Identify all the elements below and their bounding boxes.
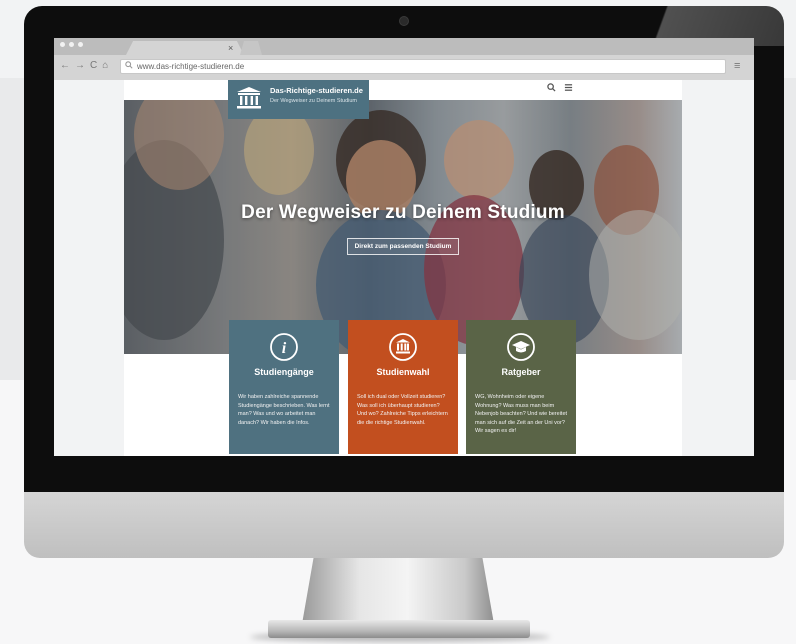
- card-ratgeber[interactable]: Ratgeber WG, Wohnheim oder eigene Wohnun…: [466, 320, 576, 454]
- hero-title: Der Wegweiser zu Deinem Studium: [241, 202, 565, 223]
- logo-subtitle: Der Wegweiser zu Deinem Studium: [270, 98, 358, 104]
- card-title: Studiengänge: [254, 367, 314, 377]
- header-search-icon[interactable]: [547, 83, 556, 95]
- card-text: Soll ich dual oder Vollzeit studieren? W…: [357, 394, 448, 426]
- address-bar[interactable]: www.das-richtige-studieren.de: [120, 59, 726, 74]
- website: Der Wegweiser zu Deinem Studium Direkt z…: [124, 80, 682, 456]
- info-icon: i: [270, 333, 298, 361]
- card-text: WG, Wohnheim oder eigene Wohnung? Was mu…: [475, 394, 568, 434]
- window-controls: [60, 42, 83, 47]
- site-header: [124, 80, 682, 100]
- url-text: www.das-richtige-studieren.de: [137, 62, 245, 71]
- maximize-window-button[interactable]: [78, 42, 83, 47]
- graduation-cap-icon: [507, 333, 535, 361]
- camera-icon: [399, 16, 409, 26]
- hero-cta-button[interactable]: Direkt zum passenden Studium: [347, 238, 459, 255]
- browser-chrome: × ← → C ⌂ www.das-richtige-studieren.de …: [54, 38, 754, 80]
- svg-text:i: i: [282, 340, 287, 357]
- tab-bar: ×: [54, 38, 754, 55]
- card-title: Ratgeber: [501, 367, 541, 377]
- card-title: Studienwahl: [376, 367, 430, 377]
- hero-overlay: [124, 100, 682, 354]
- home-button[interactable]: ⌂: [102, 59, 108, 73]
- tab-close-icon[interactable]: ×: [228, 41, 233, 55]
- monitor-chin: [24, 490, 784, 558]
- card-studiengaenge[interactable]: i Studiengänge Wir haben zahlreiche span…: [229, 320, 339, 454]
- monitor-stand: [302, 558, 494, 624]
- forward-button[interactable]: →: [75, 59, 85, 73]
- university-icon: [389, 333, 417, 361]
- card-studienwahl[interactable]: Studienwahl Soll ich dual oder Vollzeit …: [348, 320, 458, 454]
- minimize-window-button[interactable]: [69, 42, 74, 47]
- browser-menu-icon[interactable]: ≡: [734, 59, 740, 73]
- university-logo-icon: [237, 87, 261, 109]
- card-text: Wir haben zahlreiche spannende Studiengä…: [238, 394, 330, 426]
- close-window-button[interactable]: [60, 42, 65, 47]
- new-tab-button[interactable]: [240, 41, 262, 55]
- hero-image: Der Wegweiser zu Deinem Studium Direkt z…: [124, 100, 682, 354]
- logo-title: Das-Richtige-studieren.de: [270, 86, 363, 95]
- back-button[interactable]: ←: [60, 59, 70, 73]
- header-menu-icon[interactable]: [564, 83, 573, 95]
- monitor-screen: × ← → C ⌂ www.das-richtige-studieren.de …: [54, 38, 754, 456]
- search-icon: [125, 61, 133, 73]
- reload-button[interactable]: C: [90, 59, 97, 73]
- browser-tab-active[interactable]: [126, 41, 244, 55]
- nav-buttons: ← → C ⌂: [60, 59, 108, 73]
- header-icons: [547, 83, 573, 95]
- site-logo[interactable]: Das-Richtige-studieren.de Der Wegweiser …: [228, 80, 369, 119]
- monitor-stand-base: [268, 620, 530, 638]
